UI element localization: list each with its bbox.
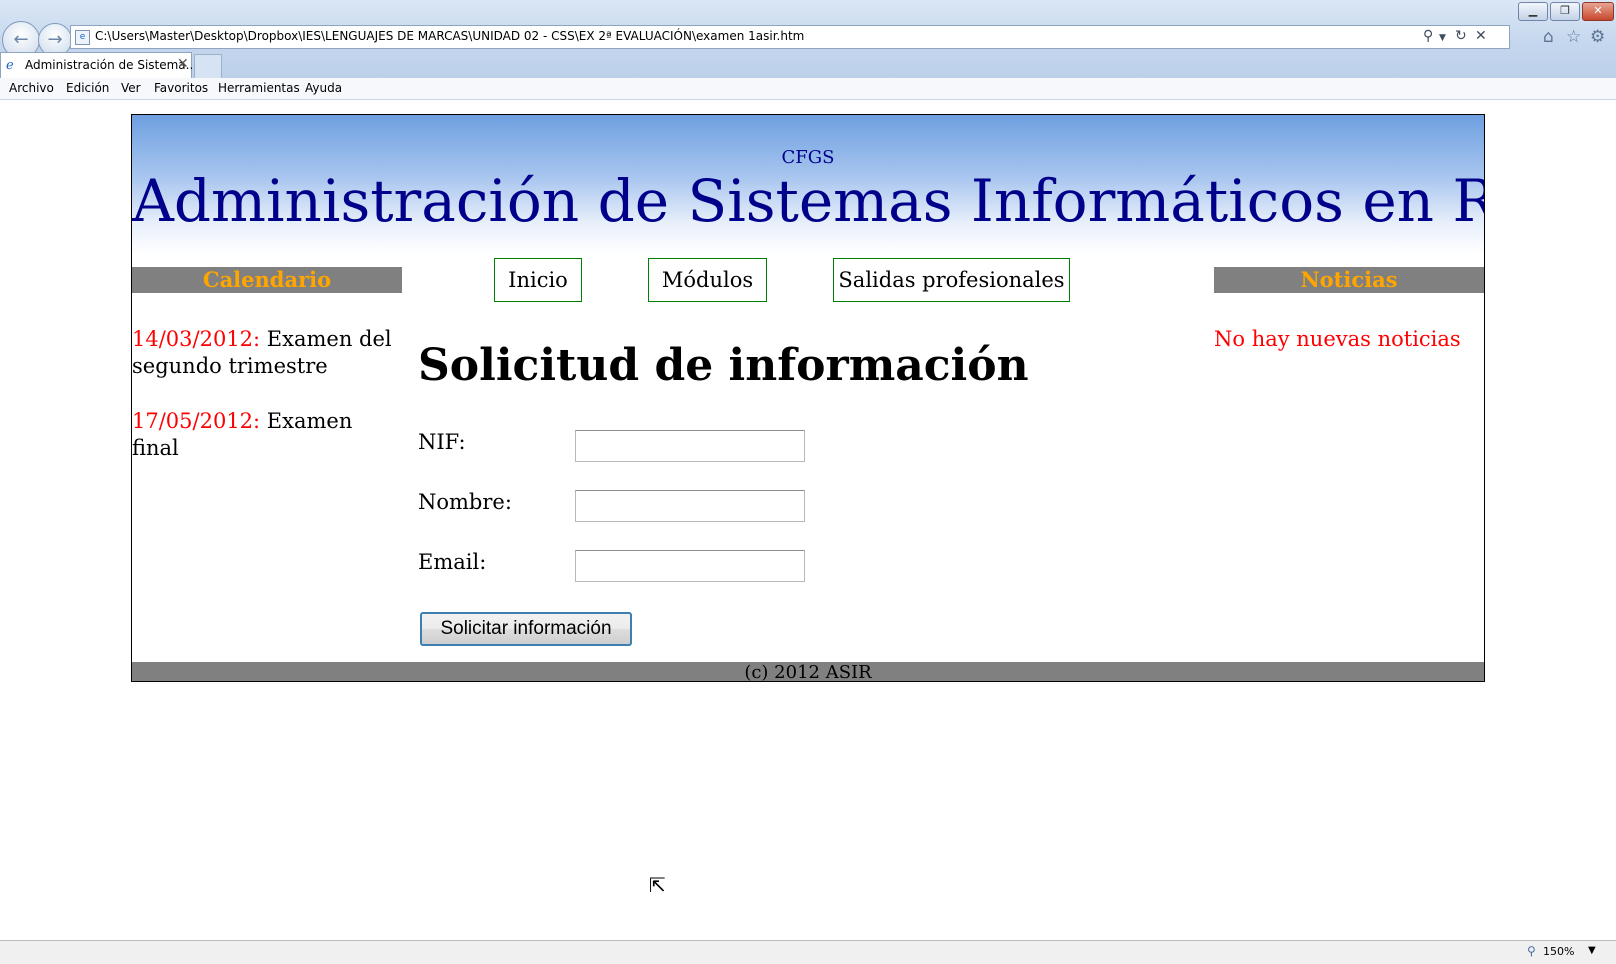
zoom-icon: ⚲ <box>1527 944 1536 958</box>
address-text[interactable]: C:\Users\Master\Desktop\Dropbox\IES\LENG… <box>95 29 804 43</box>
calendar-item: 14/03/2012: Examen del segundo trimestre <box>132 326 402 380</box>
page-title: Administración de Sistemas Informáticos … <box>132 167 1485 235</box>
tab-title: Administración de Sistema... <box>25 58 198 72</box>
menu-favoritos[interactable]: Favoritos <box>154 81 208 95</box>
nav-salidas-link[interactable]: Salidas profesionales <box>833 258 1070 302</box>
dropdown-arrow-icon[interactable]: ▼ <box>1439 33 1446 43</box>
restore-button[interactable]: ❐ <box>1550 2 1580 21</box>
page-footer: (c) 2012 ASIR <box>132 662 1484 681</box>
submit-button[interactable]: Solicitar información <box>420 612 632 646</box>
page-header: CFGS Administración de Sistemas Informát… <box>132 115 1484 255</box>
form-title: Solicitud de información <box>418 340 1029 391</box>
back-arrow-icon: ← <box>13 29 29 50</box>
nif-field[interactable] <box>575 430 805 462</box>
email-field[interactable] <box>575 550 805 582</box>
zoom-level[interactable]: 150% <box>1543 945 1574 958</box>
page-container: CFGS Administración de Sistemas Informát… <box>131 114 1485 682</box>
nombre-label: Nombre: <box>418 490 512 514</box>
tab-active[interactable]: ℯ Administración de Sistema... ✕ <box>0 52 197 78</box>
calendar-date: 14/03/2012: <box>132 327 261 351</box>
ie-tab-icon: ℯ <box>6 58 14 73</box>
browser-toolbar: ← → e C:\Users\Master\Desktop\Dropbox\IE… <box>0 0 1616 78</box>
close-window-button[interactable]: ✕ <box>1582 2 1614 21</box>
forward-arrow-icon: → <box>47 29 63 50</box>
menu-edicion[interactable]: Edición <box>66 81 109 95</box>
refresh-icon[interactable]: ↻ <box>1455 28 1467 44</box>
menu-herramientas[interactable]: Herramientas <box>218 81 300 95</box>
calendar-heading: Calendario <box>132 267 402 293</box>
stop-icon[interactable]: ✕ <box>1475 28 1487 44</box>
mouse-cursor-icon: ⇱ <box>649 873 666 897</box>
news-text: No hay nuevas noticias <box>1214 327 1461 351</box>
calendar-date: 17/05/2012: <box>132 409 261 433</box>
ie-page-icon: e <box>75 30 90 45</box>
new-tab-button[interactable] <box>194 54 222 78</box>
nombre-field[interactable] <box>575 490 805 522</box>
minimize-button[interactable]: ▁ <box>1518 2 1548 21</box>
zoom-dropdown-icon[interactable]: ▼ <box>1588 945 1596 956</box>
menu-ayuda[interactable]: Ayuda <box>305 81 342 95</box>
nav-inicio-link[interactable]: Inicio <box>494 258 582 302</box>
menu-archivo[interactable]: Archivo <box>9 81 54 95</box>
address-bar[interactable]: e C:\Users\Master\Desktop\Dropbox\IES\LE… <box>70 25 1510 49</box>
email-label: Email: <box>418 550 487 574</box>
menu-ver[interactable]: Ver <box>121 81 141 95</box>
tab-close-icon[interactable]: ✕ <box>177 56 189 72</box>
gear-icon[interactable]: ⚙ <box>1590 27 1605 47</box>
calendar-item: 17/05/2012: Examen final <box>132 408 402 462</box>
nif-label: NIF: <box>418 430 466 454</box>
status-bar: ⚲ 150% ▼ <box>0 940 1616 964</box>
home-icon[interactable]: ⌂ <box>1543 27 1554 47</box>
header-subtitle: CFGS <box>781 147 835 168</box>
menu-bar: Archivo Edición Ver Favoritos Herramient… <box>0 78 1616 100</box>
news-heading: Noticias <box>1214 267 1484 293</box>
nav-modulos-link[interactable]: Módulos <box>648 258 767 302</box>
search-icon[interactable]: ⚲ <box>1423 28 1433 44</box>
star-icon[interactable]: ☆ <box>1566 27 1581 47</box>
